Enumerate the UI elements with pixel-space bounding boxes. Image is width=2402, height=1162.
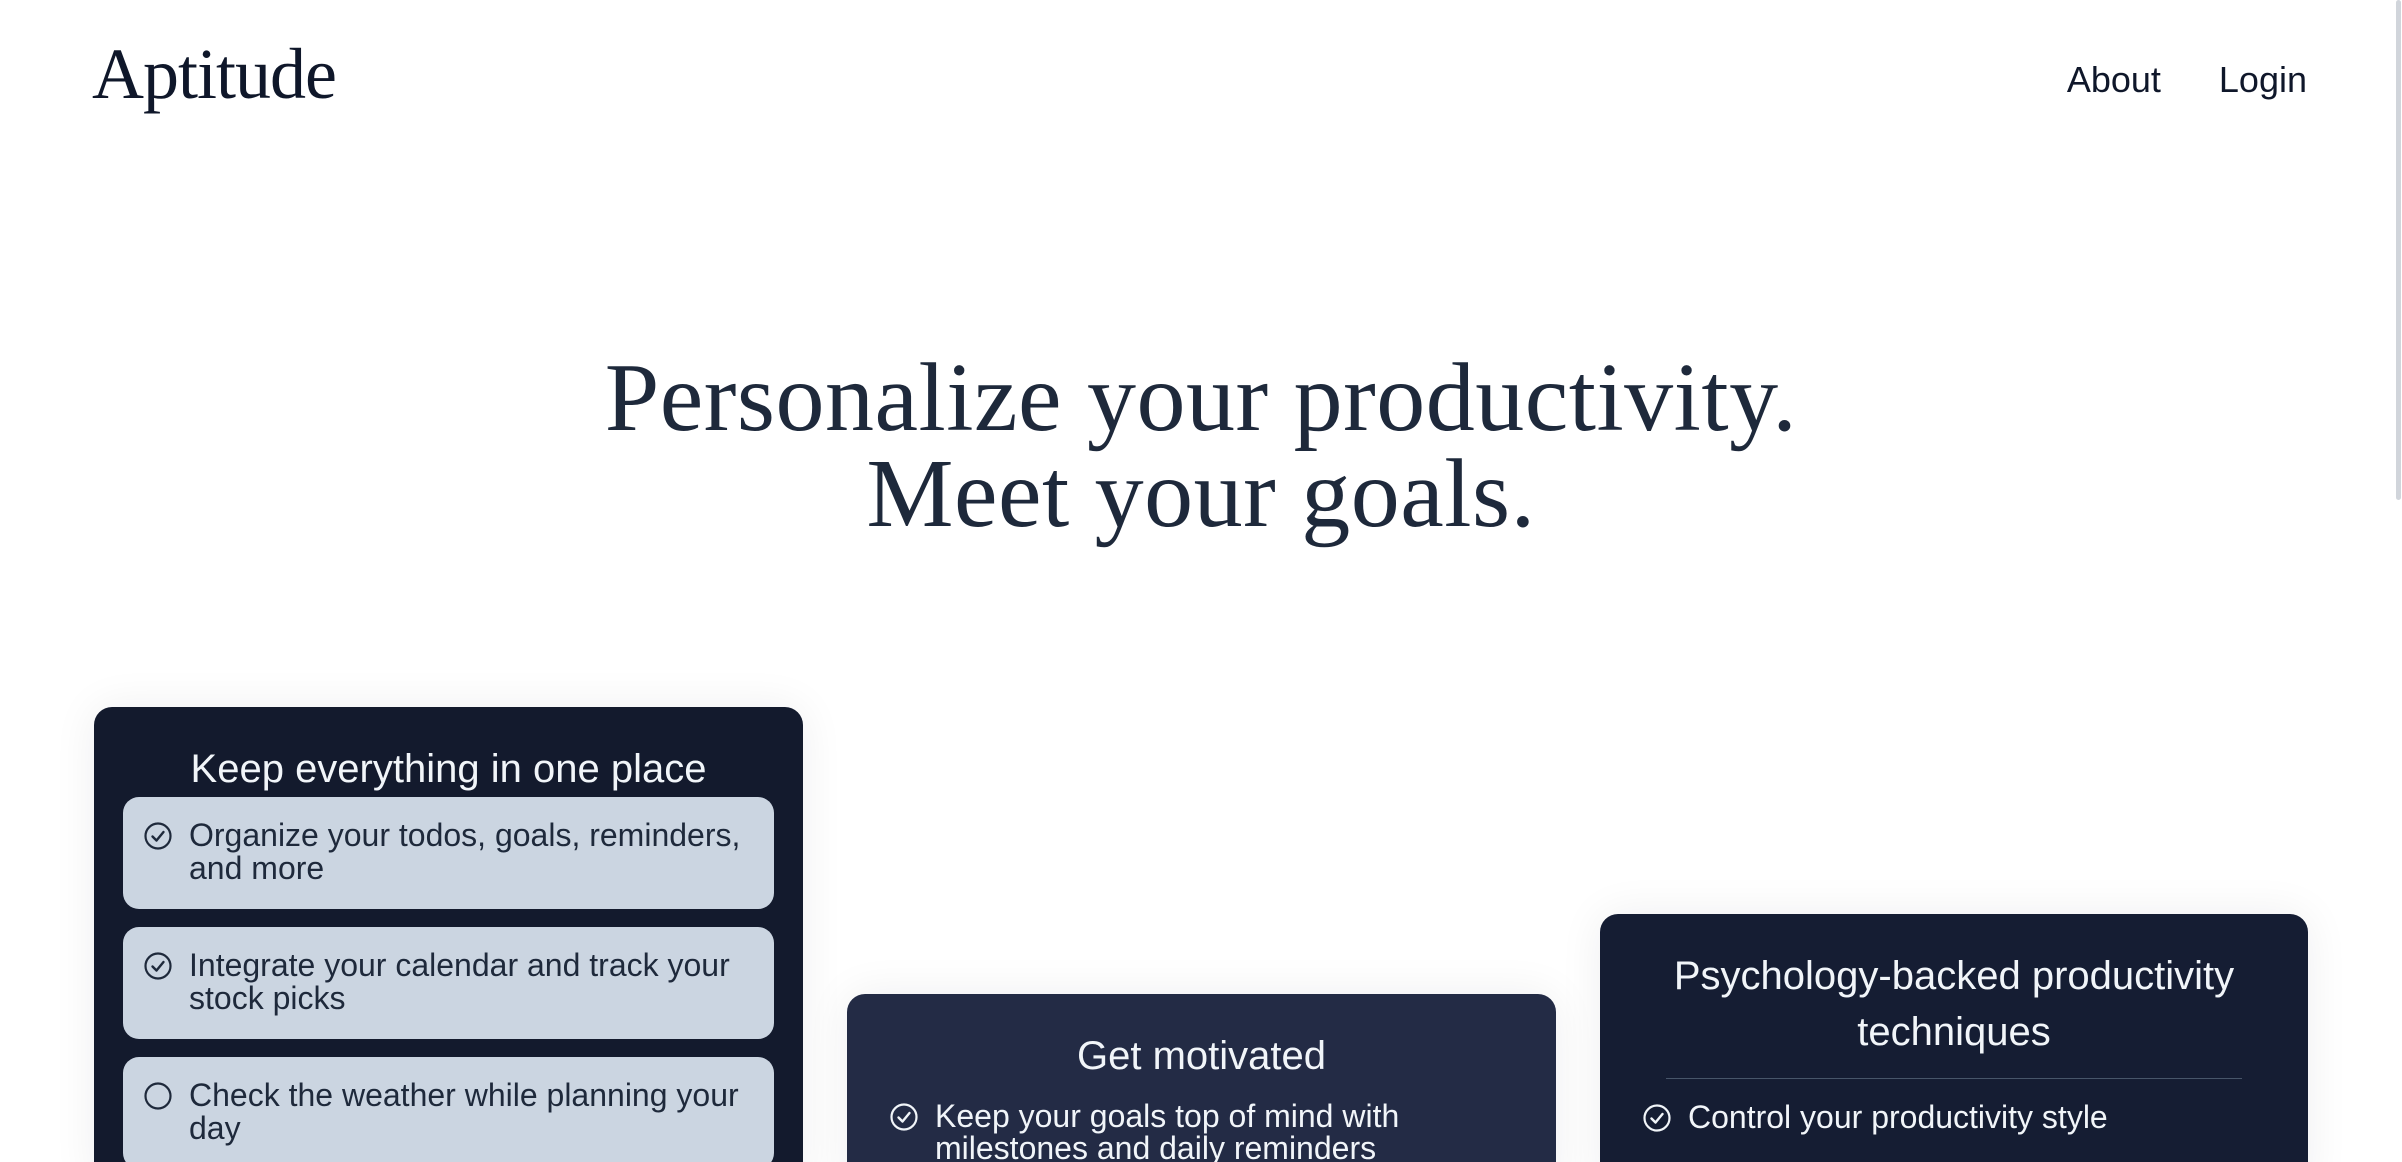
circle-icon — [144, 1082, 172, 1110]
feature-card-psychology: Psychology-backed productivity technique… — [1600, 914, 2308, 1162]
feature-card-motivation: Get motivated Keep your goals top of min… — [847, 994, 1556, 1162]
top-nav: About Login — [2067, 56, 2307, 104]
feature-item: Integrate your calendar and track your s… — [123, 927, 774, 1039]
feature-item-text: Organize your todos, goals, reminders, a… — [189, 817, 741, 886]
check-circle-icon — [1643, 1104, 1671, 1132]
nav-login-link[interactable]: Login — [2219, 56, 2307, 104]
feature-item-text: Check the weather while planning your da… — [189, 1077, 739, 1146]
hero-line-1: Personalize your productivity. — [604, 344, 1798, 452]
feature-item: Organize your todos, goals, reminders, a… — [123, 797, 774, 909]
scrollbar-thumb[interactable] — [2396, 0, 2401, 500]
hero-heading: Personalize your productivity. Meet your… — [0, 344, 2402, 548]
brand-logo[interactable]: Aptitude — [92, 30, 337, 118]
card-title: Keep everything in one place — [190, 747, 707, 791]
feature-item-text: Integrate your calendar and track your s… — [189, 947, 730, 1016]
check-circle-icon — [144, 952, 172, 980]
card-title: Psychology-backed productivity technique… — [1673, 954, 2235, 1054]
check-circle-icon — [890, 1103, 918, 1131]
card-divider — [1666, 1078, 2242, 1079]
nav-about-link[interactable]: About — [2067, 56, 2161, 104]
hero-line-2: Meet your goals. — [866, 440, 1536, 548]
feature-card-organize: Keep everything in one place Organize yo… — [94, 707, 803, 1162]
feature-item: Control your productivity style — [1600, 1101, 2308, 1133]
feature-item: Keep your goals top of mind with milesto… — [847, 1100, 1556, 1162]
feature-item-text: Control your productivity style — [1688, 1099, 2108, 1135]
feature-item: Check the weather while planning your da… — [123, 1057, 774, 1162]
page-scrollbar[interactable] — [2396, 0, 2402, 1162]
card-title: Get motivated — [1076, 1034, 1326, 1078]
check-circle-icon — [144, 822, 172, 850]
feature-item-text: Keep your goals top of mind with milesto… — [935, 1098, 1400, 1162]
